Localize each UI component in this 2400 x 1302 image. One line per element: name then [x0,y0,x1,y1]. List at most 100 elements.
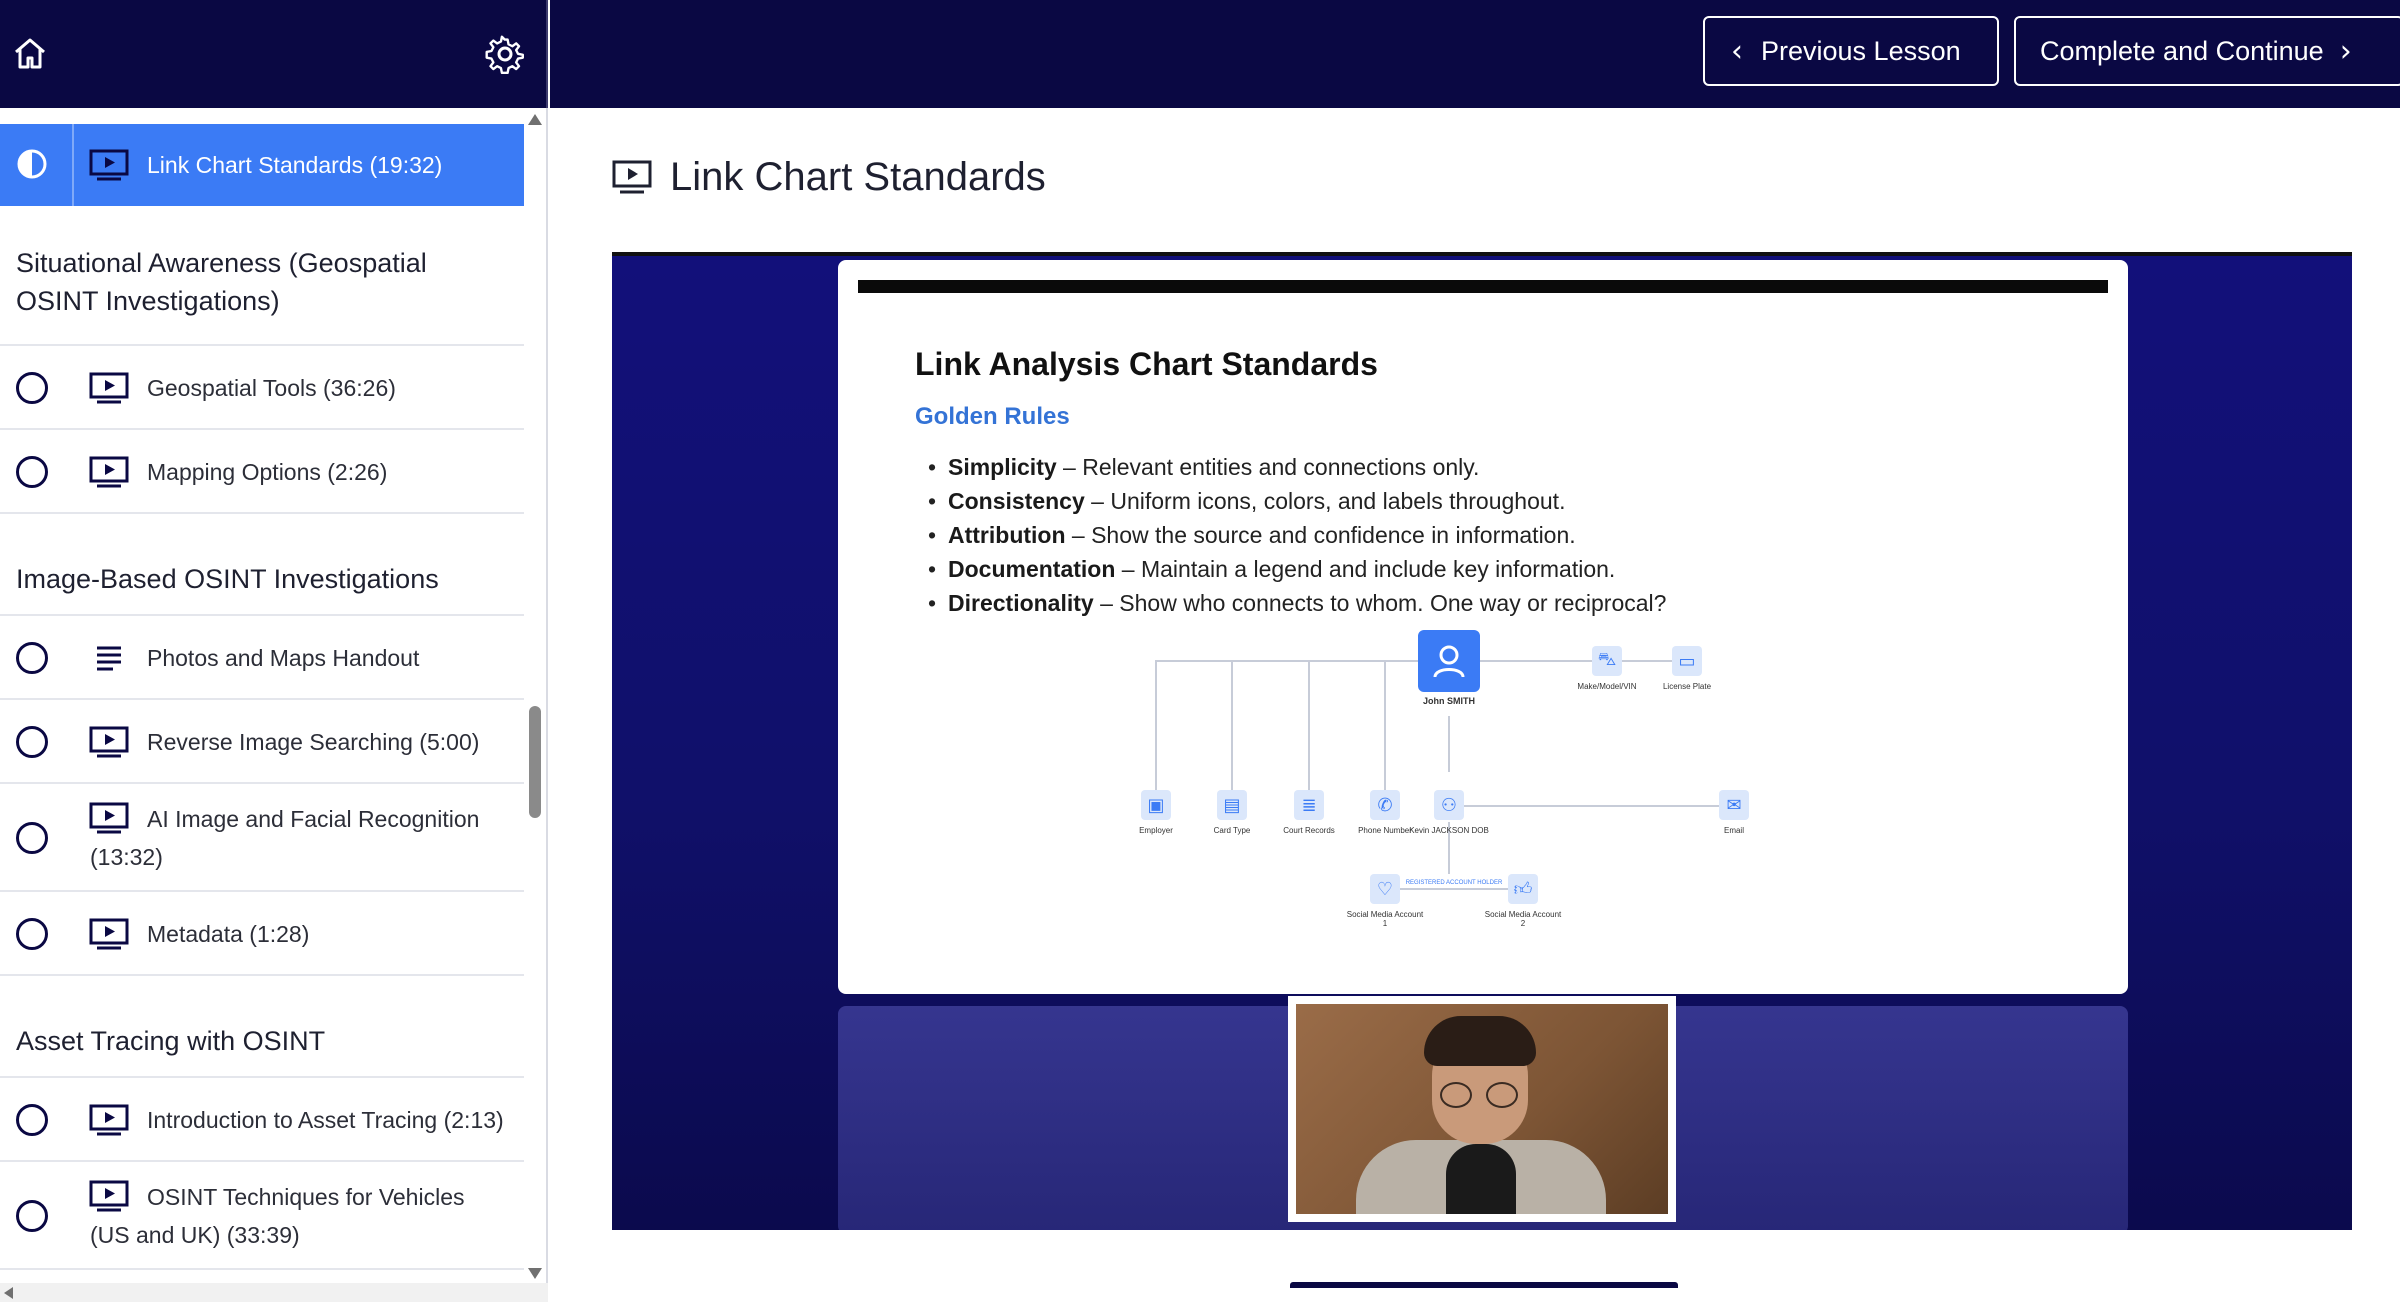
lesson-item[interactable]: Mapping Options (2:26) [0,430,524,514]
person-icon: ⚇ [1434,790,1464,820]
slide-subtitle: Golden Rules [915,403,1070,430]
lesson-item[interactable]: Introduction to Asset Tracing (2:13) [0,1078,524,1162]
lesson-label: Introduction to Asset Tracing (2:13) [147,1107,504,1133]
section-title: Image-Based OSINT Investigations [16,564,439,594]
link-chart-diagram: John SMITH ⛍ Make/Model/VIN ▭ License Pl… [1138,630,1838,960]
incomplete-icon [16,822,48,854]
lesson-list: Link Chart Standards (19:32) Situational… [0,108,524,1283]
section-header: Asset Tracing with OSINT [0,976,524,1078]
lesson-item[interactable]: Photos and Maps Handout [0,616,524,700]
video-icon [89,1104,129,1136]
lesson-label: Reverse Image Searching (5:00) [147,729,480,755]
lesson-label: AI Image and Facial Recognition (13:32) [90,806,480,870]
chevron-right-icon: › [2339,33,2352,69]
video-icon [89,726,129,758]
lesson-item-link-chart-standards[interactable]: Link Chart Standards (19:32) [0,124,524,206]
license-plate-icon: ▭ [1672,646,1702,676]
text-lesson-icon [97,646,121,671]
lesson-label: Photos and Maps Handout [147,645,420,671]
lesson-label: Mapping Options (2:26) [147,459,388,485]
scroll-down-arrow[interactable] [528,1268,542,1279]
lesson-item[interactable]: Metadata (1:28) [0,892,524,976]
person-node-icon [1418,630,1480,692]
course-player: Link Chart Standards (19:32) Situational… [0,0,2400,1302]
presenter-webcam [1288,996,1676,1222]
rule-item: Documentation – Maintain a legend and in… [928,552,1666,586]
node-label: Kevin JACKSON DOB [1409,826,1489,835]
slide-header-bar [858,280,2108,293]
node-label: Social Media Account 1 [1346,910,1424,928]
node-label: John SMITH [1423,696,1475,706]
lesson-item[interactable]: Reverse Image Searching (5:00) [0,700,524,784]
node-label: Court Records [1283,826,1335,835]
lesson-label: Geospatial Tools (36:26) [147,375,396,401]
incomplete-icon [16,642,48,674]
video-icon [89,372,129,404]
video-icon [89,456,129,488]
sidebar-header [0,0,548,108]
node-label: Card Type [1213,826,1251,835]
chat-icon: ♡ [1370,874,1400,904]
briefcase-icon: ▣ [1141,790,1171,820]
in-progress-icon [17,149,47,179]
presenter-video [1296,1004,1668,1214]
lesson-label: OSINT Techniques for Vehicles (US and UK… [90,1184,465,1248]
document-icon: ≣ [1294,790,1324,820]
previous-lesson-button[interactable]: ‹ Previous Lesson [1703,16,1999,86]
download-bar [1290,1282,1678,1288]
section-title: Situational Awareness (Geospatial OSINT … [16,248,427,316]
divider [72,124,74,206]
incomplete-icon [16,372,48,404]
rule-item: Attribution – Show the source and confid… [928,518,1666,552]
scroll-left-arrow[interactable] [4,1287,13,1299]
rule-item: Simplicity – Relevant entities and conne… [928,450,1666,484]
incomplete-icon [16,1104,48,1136]
top-bar: ‹ Previous Lesson Complete and Continue … [550,0,2400,108]
rules-list: Simplicity – Relevant entities and conne… [928,450,1666,620]
scroll-thumb[interactable] [529,706,541,818]
video-icon [612,160,652,194]
gear-icon[interactable] [481,30,529,78]
slide-title: Link Analysis Chart Standards [915,346,1378,382]
card-icon: ▤ [1217,790,1247,820]
rule-item: Consistency – Uniform icons, colors, and… [928,484,1666,518]
node-label: Employer [1139,826,1173,835]
video-icon [89,918,129,950]
section-title: Asset Tracing with OSINT [16,1026,326,1056]
lesson-item[interactable]: Geospatial Tools (36:26) [0,346,524,430]
video-player[interactable]: Link Analysis Chart Standards Golden Rul… [612,252,2352,1230]
node-label: License Plate [1662,682,1712,691]
home-icon[interactable] [6,30,54,78]
car-icon: ⛍ [1592,646,1622,676]
incomplete-icon [16,918,48,950]
sidebar-scrollbar[interactable] [526,108,544,1283]
link-label: REGISTERED ACCOUNT HOLDER [1405,880,1503,886]
email-icon: ✉ [1719,790,1749,820]
section-header: Image-Based OSINT Investigations [0,514,524,616]
complete-and-continue-button[interactable]: Complete and Continue › [2014,16,2400,86]
rule-item: Directionality – Show who connects to wh… [928,586,1666,620]
lesson-content: Link Chart Standards Link Analysis Chart… [550,108,2400,1302]
page-title: Link Chart Standards [670,155,1046,199]
video-icon [89,149,129,181]
scroll-up-arrow[interactable] [528,114,542,125]
presentation-slide: Link Analysis Chart Standards Golden Rul… [838,260,2128,994]
lesson-label: Link Chart Standards (19:32) [147,152,443,178]
lesson-label: Metadata (1:28) [147,921,310,947]
complete-and-continue-label: Complete and Continue [2040,35,2324,66]
curriculum-sidebar: Link Chart Standards (19:32) Situational… [0,0,548,1302]
thumbs-up-icon: 👍︎ [1508,874,1538,904]
section-header: Situational Awareness (Geospatial OSINT … [0,206,524,346]
node-label: Email [1723,826,1744,835]
incomplete-icon [16,456,48,488]
lesson-item[interactable]: OSINT Techniques for Vehicles (US and UK… [0,1162,524,1270]
previous-lesson-label: Previous Lesson [1761,35,1961,66]
node-label: Social Media Account 2 [1484,910,1562,928]
horizontal-scrollbar[interactable] [0,1283,548,1302]
lesson-item[interactable]: AI Image and Facial Recognition (13:32) [0,784,524,892]
incomplete-icon [16,1200,48,1232]
node-label: Make/Model/VIN [1577,682,1637,691]
phone-icon: ✆ [1370,790,1400,820]
incomplete-icon [16,726,48,758]
chevron-left-icon: ‹ [1731,33,1743,69]
